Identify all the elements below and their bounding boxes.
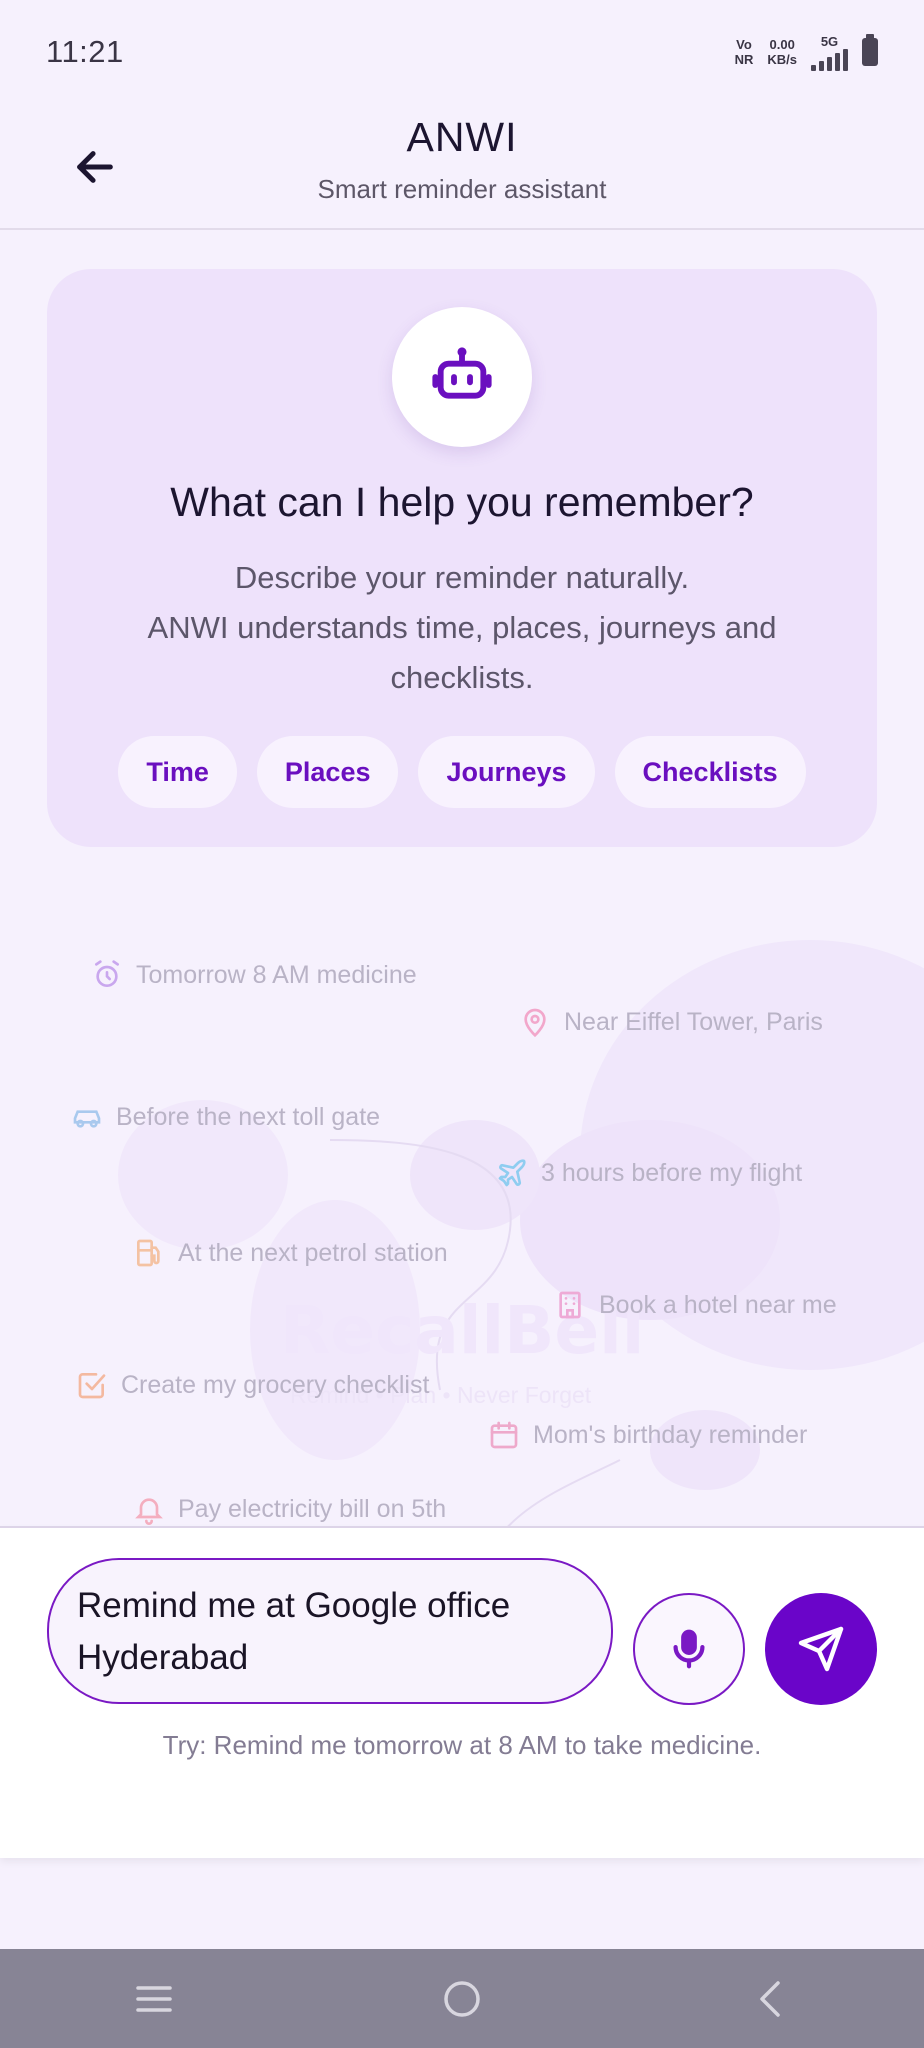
example-reminder: Mom's birthday reminder (487, 1418, 807, 1452)
signal-icon: 5G (811, 34, 848, 71)
message-composer: Remind me at Google office Hyderabad Try… (0, 1526, 924, 1858)
category-chips: Time Places Journeys Checklists (47, 736, 877, 808)
checkbox-icon (75, 1368, 109, 1402)
reminder-input[interactable]: Remind me at Google office Hyderabad (47, 1558, 613, 1704)
example-reminder: Create my grocery checklist (75, 1368, 429, 1402)
send-icon (798, 1626, 844, 1672)
example-reminder: Tomorrow 8 AM medicine (90, 958, 417, 992)
page-title: ANWI (406, 114, 518, 160)
system-nav-bar (0, 1949, 924, 2048)
assistant-avatar (392, 307, 532, 447)
battery-icon (862, 34, 878, 66)
app-header: ANWI Smart reminder assistant (0, 104, 924, 230)
status-time: 11:21 (46, 34, 124, 69)
calendar-icon (487, 1418, 521, 1452)
status-icons: Vo NR 0.00 KB/s 5G (735, 34, 878, 71)
chip-places[interactable]: Places (256, 736, 399, 808)
page-subtitle: Smart reminder assistant (317, 174, 607, 204)
volte-indicator: Vo NR (734, 37, 754, 67)
car-icon (70, 1100, 104, 1134)
microphone-icon (673, 1629, 705, 1669)
bell-icon (132, 1492, 166, 1526)
example-reminder: 3 hours before my flight (495, 1156, 802, 1190)
home-button[interactable] (412, 1959, 512, 2039)
status-bar: 11:21 Vo NR 0.00 KB/s 5G (0, 0, 924, 104)
send-button[interactable] (765, 1593, 877, 1705)
example-reminder: At the next petrol station (132, 1236, 448, 1270)
intro-description: Describe your reminder naturally. ANWI u… (147, 560, 777, 695)
chip-time[interactable]: Time (118, 736, 237, 808)
recent-apps-button[interactable] (104, 1959, 204, 2039)
robot-icon (432, 347, 492, 399)
example-reminder: Near Eiffel Tower, Paris (518, 1005, 823, 1039)
intro-card: What can I help you remember? Describe y… (47, 269, 877, 847)
chip-checklists[interactable]: Checklists (614, 736, 806, 808)
chip-journeys[interactable]: Journeys (418, 736, 595, 808)
fuel-pump-icon (132, 1236, 166, 1270)
menu-icon (136, 1985, 172, 2012)
voice-input-button[interactable] (633, 1593, 745, 1705)
alarm-clock-icon (90, 958, 124, 992)
chevron-left-icon (760, 1980, 780, 2017)
system-back-button[interactable] (720, 1959, 820, 2039)
intro-title: What can I help you remember? (170, 479, 754, 525)
example-reminder: Before the next toll gate (70, 1100, 380, 1134)
input-hint: Try: Remind me tomorrow at 8 AM to take … (162, 1730, 762, 1760)
hotel-building-icon (553, 1288, 587, 1322)
example-reminder: Pay electricity bill on 5th (132, 1492, 446, 1526)
example-reminder: Book a hotel near me (553, 1288, 837, 1322)
map-pin-icon (518, 1005, 552, 1039)
home-circle-icon (444, 1980, 480, 2017)
network-speed: 0.00 KB/s (767, 37, 797, 67)
examples-background: RecallBell Remind • Plan • Never Forget … (0, 870, 924, 1530)
airplane-icon (495, 1156, 529, 1190)
